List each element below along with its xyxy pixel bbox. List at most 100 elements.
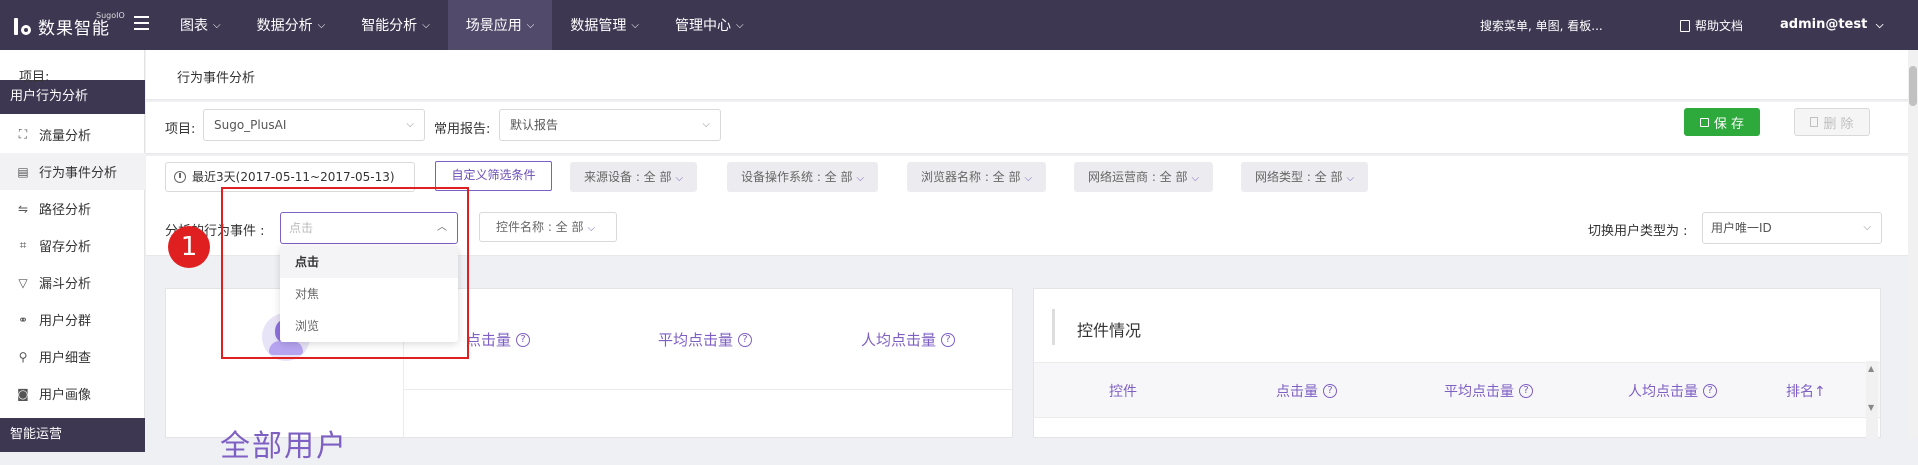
project-label: 项目: (19, 70, 50, 85)
annotation-highlight-box (221, 187, 469, 359)
annotation-step-badge: 1 (168, 226, 210, 268)
filter-browser[interactable]: 浏览器名称 : 全 部 ⌵ (907, 162, 1047, 192)
nav-item-smart-analysis[interactable]: 智能分析 ⌵ (343, 0, 448, 50)
table-header: 控件 点击量? 平均点击量? 人均点击量? 排名↑ (1034, 362, 1880, 418)
user-name: admin@test (1780, 17, 1868, 32)
nav-item-admin-center[interactable]: 管理中心 ⌵ (657, 0, 762, 50)
nav-label: 管理中心 (674, 18, 731, 34)
column-label: 人均点击量 (1628, 384, 1698, 400)
sidebar-item-label: 路径分析 (39, 203, 92, 218)
help-icon[interactable]: ? (941, 332, 956, 347)
nav-label: 数据管理 (570, 18, 627, 34)
chevron-down-icon: ⌵ (675, 173, 684, 184)
help-icon[interactable]: ? (1519, 384, 1533, 398)
project-select[interactable]: Sugo_PlusAI ⌵ (203, 109, 425, 141)
date-range-value: 最近3天(2017-05-11~2017-05-13) (192, 170, 395, 184)
scroll-down-icon[interactable]: ▼ (1868, 403, 1874, 412)
nav-item-scenario-apps[interactable]: 场景应用 ⌵ (447, 0, 553, 50)
filter-label: 网络运营商 : 全 部 (1088, 170, 1188, 184)
metric-per-user-clicks: 人均点击量? (861, 329, 956, 350)
chevron-down-icon: ⌵ (735, 19, 744, 31)
metric-label: 平均点击量 (658, 331, 734, 349)
filter-carrier[interactable]: 网络运营商 : 全 部 ⌵ (1074, 162, 1214, 192)
help-icon[interactable]: ? (1703, 384, 1717, 398)
sidebar-section-title: 智能运营 (0, 418, 145, 452)
app-logo[interactable]: 数果智能 SugoIO (14, 11, 125, 40)
help-icon[interactable]: ? (738, 332, 753, 347)
filter-label: 控件名称 : 全 部 (496, 220, 584, 234)
column-label: 排名↑ (1786, 384, 1826, 400)
sidebar-item-label: 用户分群 (39, 314, 92, 329)
sidebar-item-path[interactable]: ⇋ 路径分析 (0, 190, 145, 227)
sidebar-item-event-analysis[interactable]: ▤ 行为事件分析 (0, 153, 145, 190)
sidebar-item-label: 流量分析 (39, 129, 92, 144)
global-search[interactable]: 搜索菜单, 单图, 看板... (1480, 17, 1603, 34)
metric-avg-clicks: 平均点击量? (658, 329, 753, 350)
column-header-avg-clicks[interactable]: 平均点击量? (1444, 381, 1533, 401)
sidebar-item-label: 行为事件分析 (39, 166, 118, 181)
metric-label: 点击量 (466, 331, 512, 349)
chevron-down-icon: ⌵ (406, 119, 414, 130)
nav-label: 图表 (180, 18, 208, 34)
control-name-filter[interactable]: 控件名称 : 全 部 ⌵ (479, 212, 617, 242)
breadcrumb-bar: 行为事件分析 (146, 50, 1918, 100)
sidebar-item-label: 用户细查 (39, 351, 92, 366)
filter-network[interactable]: 网络类型 : 全 部 ⌵ (1241, 162, 1369, 192)
chevron-down-icon: ⌵ (1346, 173, 1355, 184)
help-icon[interactable]: ? (516, 332, 531, 347)
column-label: 平均点击量 (1444, 384, 1514, 400)
chevron-down-icon: ⌵ (213, 19, 221, 31)
scroll-up-icon[interactable]: ▲ (1868, 364, 1874, 373)
user-menu[interactable]: admin@test ⌵ (1780, 17, 1883, 32)
page-title: 行为事件分析 (177, 71, 256, 86)
sidebar-item-traffic[interactable]: ⛶ 流量分析 (0, 116, 145, 153)
sidebar-item-label: 用户画像 (39, 388, 92, 403)
profile-icon: ◙ (17, 386, 29, 401)
filter-source-device[interactable]: 来源设备 : 全 部 ⌵ (570, 162, 698, 192)
user-type-label: 切换用户类型为 : (1588, 224, 1688, 239)
page-scrollbar[interactable] (1908, 50, 1918, 438)
main-nav: 图表 ⌵ 数据分析 ⌵ 智能分析 ⌵ 场景应用 ⌵ 数据管理 ⌵ 管理中心 ⌵ (162, 0, 762, 50)
save-button[interactable]: 保 存 (1684, 108, 1760, 136)
help-icon[interactable]: ? (1323, 384, 1337, 398)
delete-button[interactable]: 删 除 (1794, 108, 1870, 136)
sidebar-item-retention[interactable]: ⌗ 留存分析 (0, 227, 145, 264)
user-type-select[interactable]: 用户唯一ID ⌵ (1702, 212, 1882, 244)
nav-item-data-analysis[interactable]: 数据分析 ⌵ (239, 0, 344, 50)
filter-os[interactable]: 设备操作系统 : 全 部 ⌵ (727, 162, 879, 192)
menu-toggle-icon[interactable] (134, 16, 149, 32)
metric-label: 人均点击量 (861, 331, 937, 349)
nav-item-charts[interactable]: 图表 ⌵ (162, 0, 239, 50)
metric-clicks: 点击量? (466, 329, 531, 350)
retention-icon: ⌗ (19, 238, 27, 252)
chevron-down-icon: ⌵ (631, 19, 639, 31)
column-header-control[interactable]: 控件 (1109, 381, 1137, 401)
nav-item-data-management[interactable]: 数据管理 ⌵ (552, 0, 657, 50)
column-label: 点击量 (1276, 384, 1318, 400)
help-docs-link[interactable]: 帮助文档 (1680, 17, 1743, 34)
save-icon (1699, 117, 1709, 127)
column-header-rank[interactable]: 排名↑ (1786, 381, 1826, 401)
sidebar-item-label: 漏斗分析 (39, 277, 92, 292)
save-button-label: 保 存 (1713, 116, 1745, 132)
all-users-text: 全部用户 (220, 429, 348, 464)
report-select[interactable]: 默认报告 ⌵ (499, 109, 721, 141)
chevron-down-icon: ⌵ (422, 19, 430, 31)
help-docs-label: 帮助文档 (1695, 19, 1744, 33)
title-accent (1052, 309, 1055, 345)
sidebar-item-funnel[interactable]: ▽ 漏斗分析 (0, 264, 145, 301)
chevron-down-icon: ⌵ (1875, 20, 1884, 31)
scrollbar-thumb[interactable] (1909, 66, 1917, 106)
column-header-per-user-clicks[interactable]: 人均点击量? (1628, 381, 1717, 401)
sidebar-item-user-groups[interactable]: ⚭ 用户分群 (0, 301, 145, 338)
column-label: 控件 (1109, 384, 1137, 400)
filter-label: 来源设备 : 全 部 (584, 170, 672, 184)
chevron-down-icon: ⌵ (317, 19, 326, 31)
control-card: 控件情况 控件 点击量? 平均点击量? 人均点击量? 排名↑ ▲ ▼ (1033, 288, 1881, 439)
column-header-clicks[interactable]: 点击量? (1276, 381, 1337, 401)
search-icon: ⚲ (18, 349, 28, 364)
project-select-value: Sugo_PlusAI (214, 118, 287, 132)
sidebar-item-user-detail[interactable]: ⚲ 用户细查 (0, 338, 145, 375)
delete-button-label: 删 除 (1823, 116, 1854, 132)
sidebar-item-user-profile[interactable]: ◙ 用户画像 (0, 375, 145, 412)
